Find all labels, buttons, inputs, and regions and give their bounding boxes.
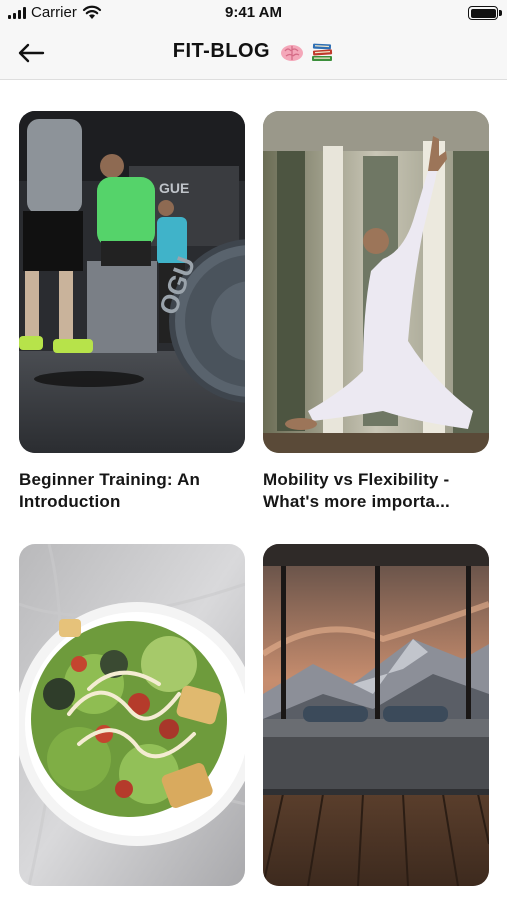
- salad-plate-photo: [19, 544, 245, 886]
- page-title-text: FIT-BLOG: [172, 40, 271, 62]
- brain-emoji-icon: [281, 44, 304, 61]
- status-time: 9:41 AM: [225, 4, 282, 21]
- nav-bar: FIT-BLOG: [0, 26, 507, 80]
- status-bar: Carrier 9:41 AM: [0, 0, 507, 26]
- battery-icon: [468, 6, 502, 20]
- yoga-stretch-photo: [263, 111, 489, 453]
- bed-mountain-view-photo: [263, 544, 489, 886]
- post-title: Beginner Training: An Introduction: [19, 470, 201, 511]
- svg-text:GUE: GUE: [159, 180, 189, 196]
- post-title: Mobility vs Flexibility - What's more im…: [263, 470, 450, 511]
- post-card-sleep[interactable]: [263, 544, 489, 900]
- post-card-mobility-vs-flexibility[interactable]: Mobility vs Flexibility - What's more im…: [263, 111, 489, 513]
- post-card-nutrition[interactable]: [19, 544, 245, 900]
- books-emoji-icon: [312, 43, 333, 61]
- page-title: FIT-BLOG: [0, 40, 507, 63]
- gym-weight-plate-photo: GUE OGU: [19, 111, 245, 453]
- post-card-beginner-training[interactable]: GUE OGU Beginner Training: An Introducti…: [19, 111, 245, 513]
